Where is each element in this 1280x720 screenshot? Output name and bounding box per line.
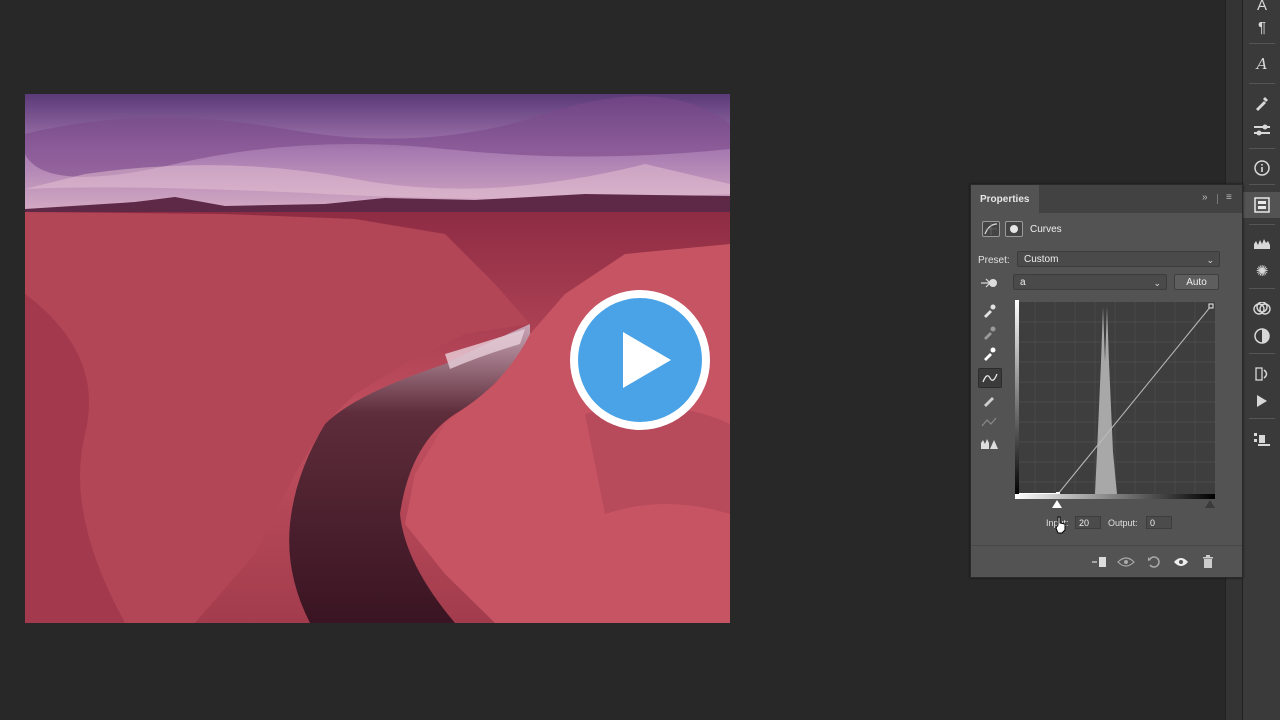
adjustment-name: Curves [1030, 224, 1062, 235]
properties-panel: Properties » ≡ Curves Preset: Custom ⌄ a… [970, 184, 1243, 578]
clip-to-layer-icon[interactable] [1090, 554, 1108, 570]
channel-value: a [1020, 277, 1026, 288]
panel-menu-icon[interactable]: ≡ [1226, 192, 1232, 203]
info-icon[interactable] [1243, 155, 1280, 181]
white-point-eyedropper-icon[interactable] [978, 345, 1000, 363]
clone-source-icon[interactable] [1243, 426, 1280, 452]
right-panel-dock: A ¶ A ✺ [1242, 0, 1280, 720]
brush-settings-icon[interactable] [1243, 117, 1280, 143]
mouse-cursor-icon [1055, 516, 1067, 534]
channel-dropdown[interactable]: a ⌄ [1013, 274, 1167, 290]
white-input-slider[interactable] [1205, 500, 1215, 508]
view-previous-state-icon[interactable] [1117, 554, 1135, 570]
curves-adjustment-icon[interactable] [982, 221, 1000, 237]
curve-points-tool-icon[interactable] [978, 368, 1002, 388]
pencil-draw-icon[interactable] [978, 391, 1000, 409]
clipping-warning-icon[interactable] [978, 435, 1000, 453]
input-field[interactable]: 20 [1075, 516, 1101, 529]
preset-label: Preset: [978, 255, 1010, 266]
auto-button[interactable]: Auto [1174, 274, 1219, 290]
channels-icon[interactable] [1243, 296, 1280, 322]
color-icon[interactable] [1243, 323, 1280, 349]
preset-value: Custom [1024, 254, 1059, 265]
collapse-icon[interactable]: » [1202, 192, 1208, 203]
black-input-slider[interactable] [1052, 500, 1062, 508]
curve-point-white[interactable] [1208, 303, 1214, 309]
adjustments-icon[interactable]: ✺ [1243, 258, 1280, 284]
mask-icon[interactable] [1005, 221, 1023, 237]
adjustment-mode-row: Curves [971, 217, 1242, 241]
visibility-eye-icon[interactable] [1172, 554, 1190, 570]
preset-dropdown[interactable]: Custom ⌄ [1017, 251, 1220, 267]
black-point-eyedropper-icon[interactable] [978, 302, 1000, 320]
gray-point-eyedropper-icon[interactable] [978, 324, 1000, 342]
header-divider [1217, 194, 1218, 204]
play-button[interactable] [567, 287, 713, 433]
panel-title: Properties [980, 194, 1030, 205]
chevron-down-icon: ⌄ [1206, 255, 1214, 265]
levels-icon[interactable] [1243, 231, 1280, 257]
delete-trash-icon[interactable] [1199, 554, 1217, 570]
smooth-curve-icon[interactable] [978, 413, 1000, 431]
chevron-down-icon: ⌄ [1153, 278, 1161, 288]
output-gradient-bar [1015, 300, 1019, 496]
actions-icon[interactable] [1243, 388, 1280, 414]
paragraph-icon[interactable]: ¶ [1243, 14, 1280, 40]
brush-icon[interactable] [1243, 90, 1280, 116]
curves-graph[interactable] [1015, 302, 1215, 498]
output-field[interactable]: 0 [1146, 516, 1172, 529]
history-icon[interactable] [1243, 361, 1280, 387]
reset-icon[interactable] [1145, 554, 1163, 570]
panel-footer [971, 545, 1242, 578]
properties-icon[interactable] [1243, 192, 1280, 218]
output-label: Output: [1108, 518, 1138, 528]
panel-header: Properties » ≡ [971, 185, 1242, 213]
targeted-adjustment-icon[interactable] [978, 274, 1000, 292]
glyphs-icon[interactable]: A [1243, 51, 1280, 77]
input-gradient-bar [1015, 494, 1215, 499]
